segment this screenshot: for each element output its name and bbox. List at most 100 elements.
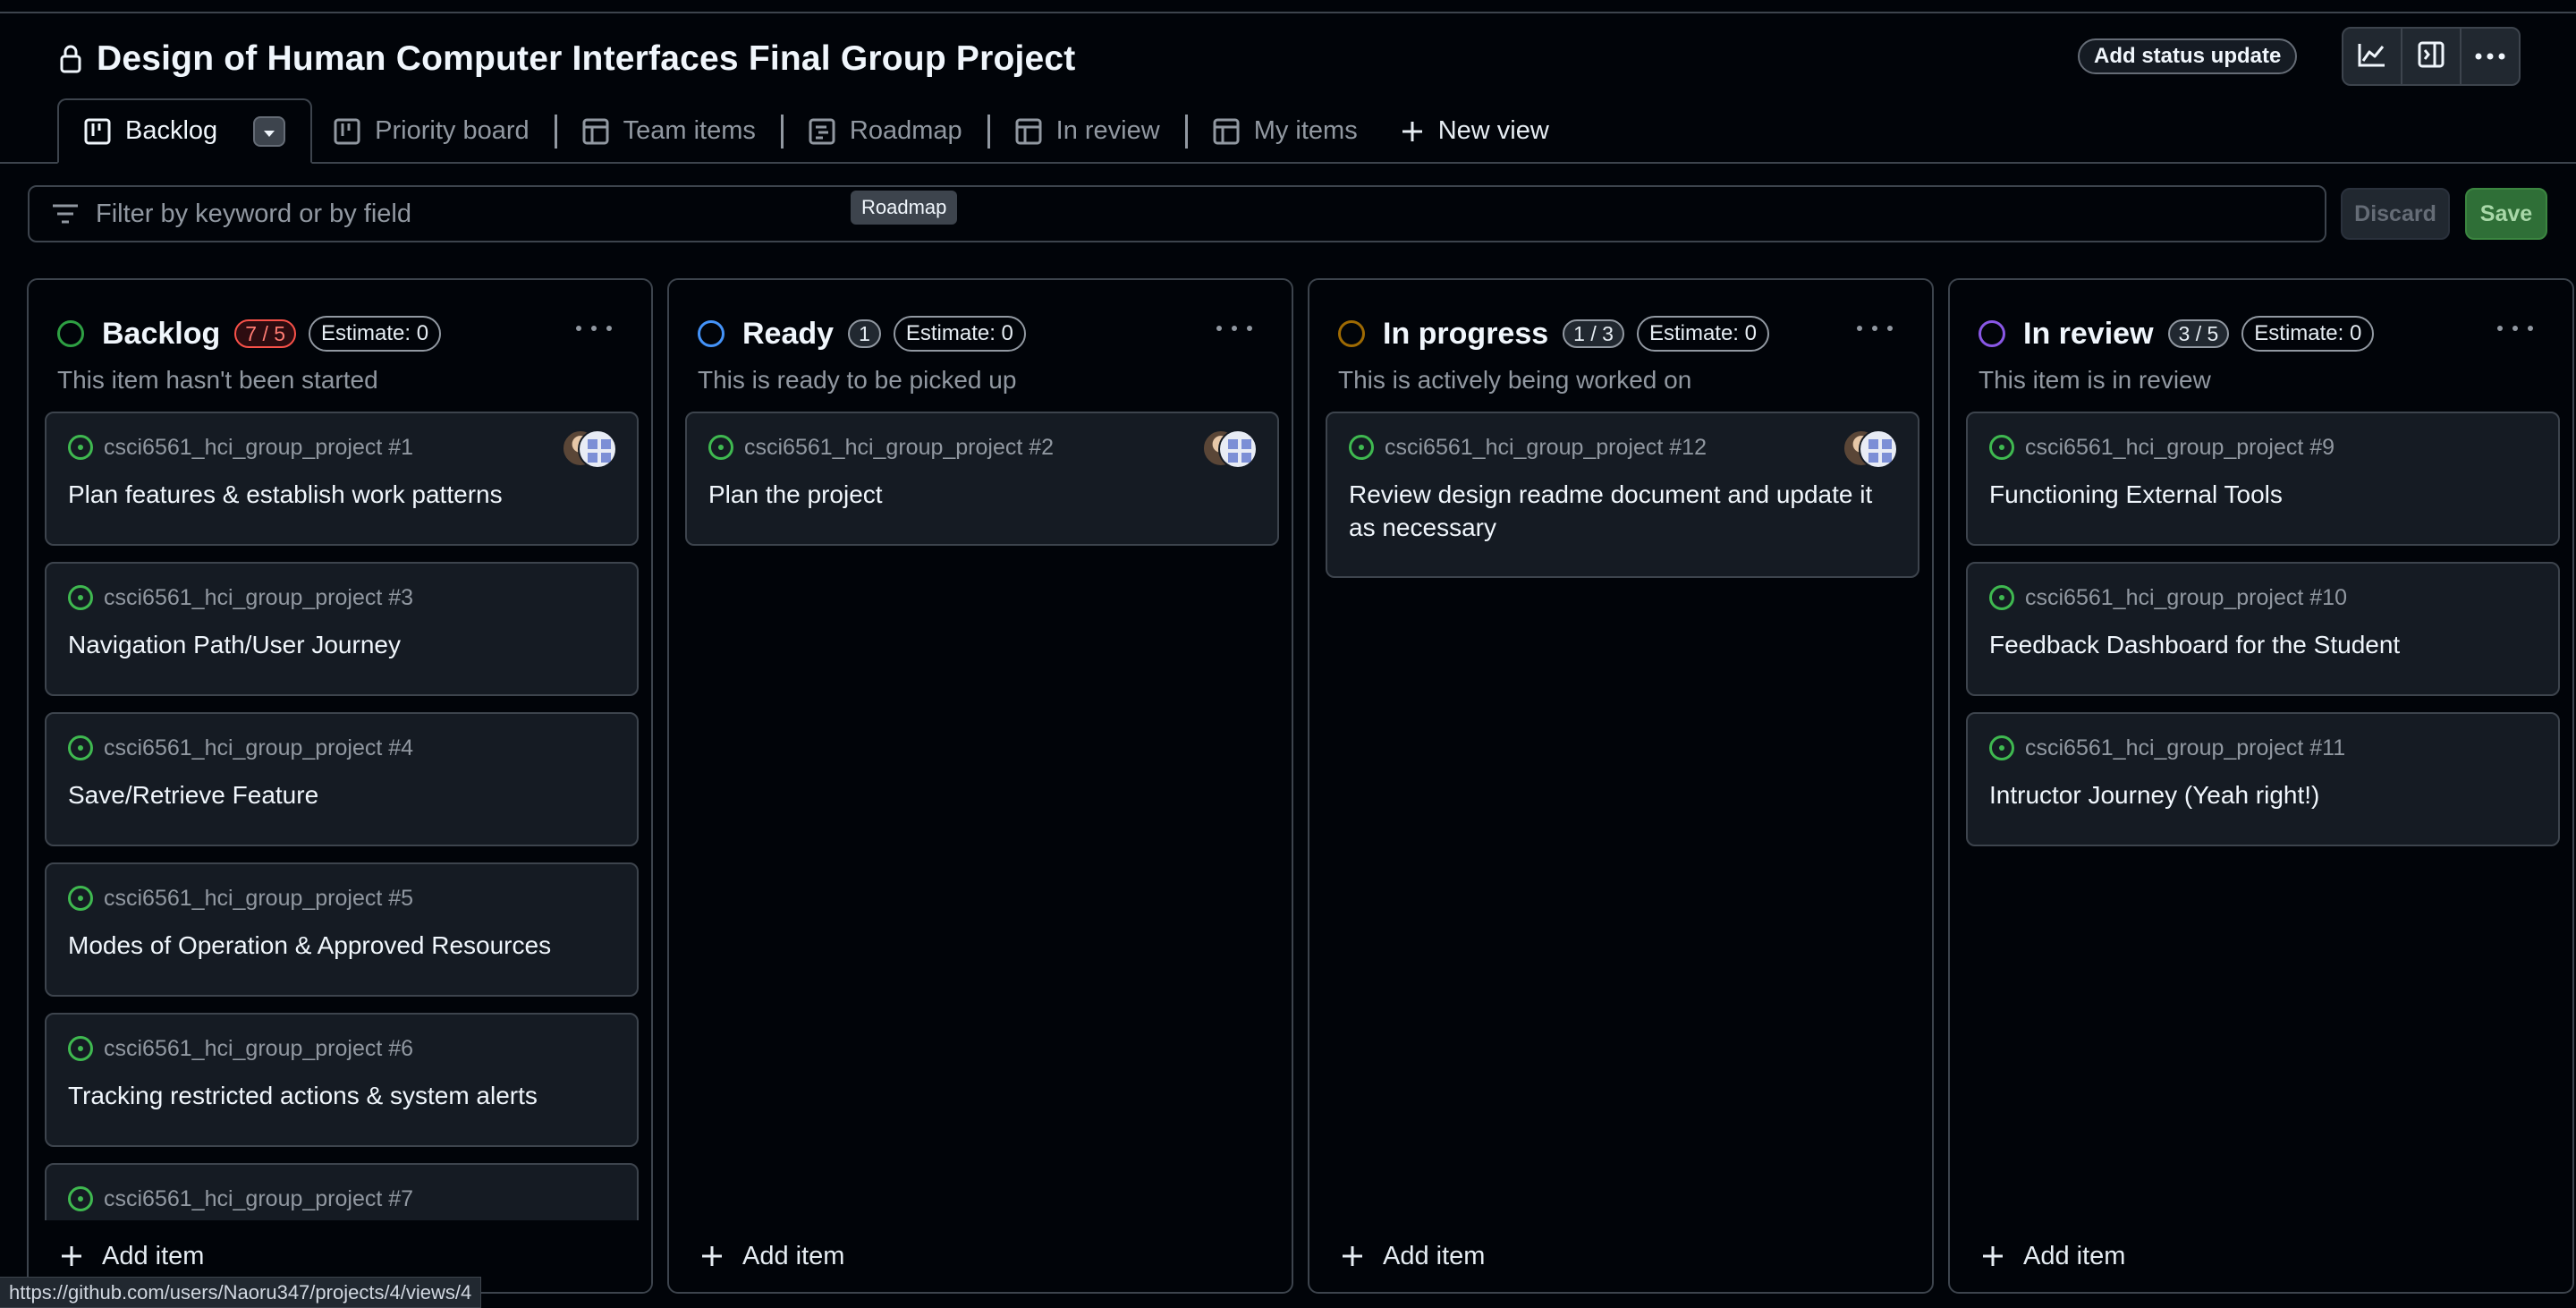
tab-my-items[interactable]: My items [1191,98,1379,164]
issue-card[interactable]: csci6561_hci_group_project #6 Tracking r… [45,1013,639,1147]
issue-opened-icon [68,1186,93,1211]
tab-separator [780,114,784,149]
column-title: Backlog [102,316,221,351]
status-circle-icon [1338,320,1365,347]
add-status-update-button[interactable]: Add status update [2078,38,2298,74]
tab-backlog[interactable]: Backlog [57,98,313,164]
issue-opened-icon [1989,435,2014,460]
assignee-avatars[interactable] [562,429,617,469]
project-header: Design of Human Computer Interfaces Fina… [0,0,2576,166]
header-button-group [2342,27,2521,86]
card-title[interactable]: Review design readme document and update… [1349,478,1896,544]
issue-card[interactable]: csci6561_hci_group_project #5 Modes of O… [45,862,639,997]
add-item-label: Add item [742,1241,845,1270]
kebab-horizontal-icon [2475,48,2505,64]
add-item-button[interactable]: Add item [701,1236,844,1276]
tab-label: Roadmap [849,116,962,145]
tab-roadmap[interactable]: Roadmap [787,98,984,164]
sidebar-expand-icon [2418,41,2445,72]
tab-in-review[interactable]: In review [994,98,1182,164]
column-menu-button[interactable] [1857,318,1893,339]
discard-button[interactable]: Discard [2341,188,2450,240]
card-title[interactable]: Navigation Path/User Journey [68,628,615,661]
card-title[interactable]: Intructor Journey (Yeah right!) [1989,778,2537,811]
tab-priority-board[interactable]: Priority board [312,98,550,164]
issue-opened-icon [68,886,93,911]
lock-icon [57,42,84,76]
issue-card[interactable]: csci6561_hci_group_project #9 Functionin… [1966,412,2560,546]
tab-team-items[interactable]: Team items [561,98,777,164]
plus-icon [61,1245,82,1267]
card-title[interactable]: Tracking restricted actions & system ale… [68,1079,615,1112]
column-menu-button[interactable] [2497,318,2533,339]
issue-card[interactable]: csci6561_hci_group_project #3 Navigation… [45,562,639,696]
column-description: This item hasn't been started [57,366,378,394]
avatar [1859,429,1898,469]
column-header: Ready 1 Estimate: 0 [698,307,1026,361]
column-in-review: In review 3 / 5 Estimate: 0 This item is… [1948,278,2574,1294]
title-row: Design of Human Computer Interfaces Fina… [57,34,1076,84]
issue-opened-icon [68,585,93,610]
add-item-button[interactable]: Add item [1982,1236,2125,1276]
plus-icon [701,1245,723,1267]
insights-button[interactable] [2343,29,2401,84]
card-title[interactable]: Feedback Dashboard for the Student [1989,628,2537,661]
card-title[interactable]: Modes of Operation & Approved Resources [68,929,615,962]
link-preview-statusbar: https://github.com/users/Naoru347/projec… [0,1277,482,1308]
add-item-label: Add item [102,1241,205,1270]
estimate-badge: Estimate: 0 [2241,316,2375,352]
issue-card[interactable]: csci6561_hci_group_project #4 Save/Retri… [45,712,639,846]
plus-icon [1982,1245,2004,1267]
card-list: csci6561_hci_group_project #1 Plan featu… [45,412,639,1292]
card-repo: csci6561_hci_group_project #2 [744,434,1055,460]
table-icon [582,118,609,145]
new-view-button[interactable]: New view [1379,98,1571,164]
column-description: This is ready to be picked up [698,366,1017,394]
filter-input[interactable]: Filter by keyword or by field [28,185,2326,242]
add-item-label: Add item [1383,1241,1486,1270]
column-menu-button[interactable] [576,318,612,339]
triangle-down-icon [263,116,275,146]
column-menu-button[interactable] [1216,318,1252,339]
card-title[interactable]: Save/Retrieve Feature [68,778,615,811]
assignee-avatars[interactable] [1202,429,1258,469]
card-repo: csci6561_hci_group_project #4 [104,735,414,760]
estimate-badge: Estimate: 0 [1636,316,1769,352]
card-title[interactable]: Plan the project [708,478,1256,511]
save-button[interactable]: Save [2465,188,2547,240]
tab-label: Priority board [375,116,530,145]
card-repo: csci6561_hci_group_project #7 [104,1185,414,1211]
card-repo: csci6561_hci_group_project #5 [104,885,414,911]
column-backlog: Backlog 7 / 5 Estimate: 0 This item hasn… [27,278,653,1294]
issue-card[interactable]: csci6561_hci_group_project #2 Plan the p… [685,412,1279,546]
item-count-badge: 7 / 5 [234,319,297,348]
more-options-button[interactable] [2460,29,2519,84]
board-icon [334,118,360,145]
issue-card[interactable]: csci6561_hci_group_project #11 Intructor… [1966,712,2560,846]
issue-card[interactable]: csci6561_hci_group_project #1 Plan featu… [45,412,639,546]
card-title[interactable]: Functioning External Tools [1989,478,2537,511]
issue-opened-icon [68,735,93,760]
tab-separator [1184,114,1188,149]
filter-icon [51,203,80,225]
column-header: Backlog 7 / 5 Estimate: 0 [57,307,442,361]
avatar [578,429,617,469]
view-options-dropdown[interactable] [253,115,286,147]
issue-card[interactable]: csci6561_hci_group_project #10 Feedback … [1966,562,2560,696]
avatar [1218,429,1258,469]
assignee-avatars[interactable] [1843,429,1898,469]
add-item-label: Add item [2023,1241,2126,1270]
issue-opened-icon [1989,735,2014,760]
column-description: This is actively being worked on [1338,366,1692,394]
add-item-button[interactable]: Add item [1342,1236,1485,1276]
card-repo: csci6561_hci_group_project #6 [104,1035,414,1061]
view-tabs: Backlog Priority board Team items Roadma… [57,98,1571,164]
side-panel-button[interactable] [2401,29,2460,84]
card-repo: csci6561_hci_group_project #9 [2025,434,2335,460]
add-item-button[interactable]: Add item [61,1236,204,1276]
item-count-badge: 3 / 5 [2167,319,2230,348]
issue-card[interactable]: csci6561_hci_group_project #12 Review de… [1326,412,1919,578]
card-title[interactable]: Plan features & establish work patterns [68,478,615,511]
column-in-progress: In progress 1 / 3 Estimate: 0 This is ac… [1308,278,1934,1294]
column-header: In review 3 / 5 Estimate: 0 [1979,307,2375,361]
